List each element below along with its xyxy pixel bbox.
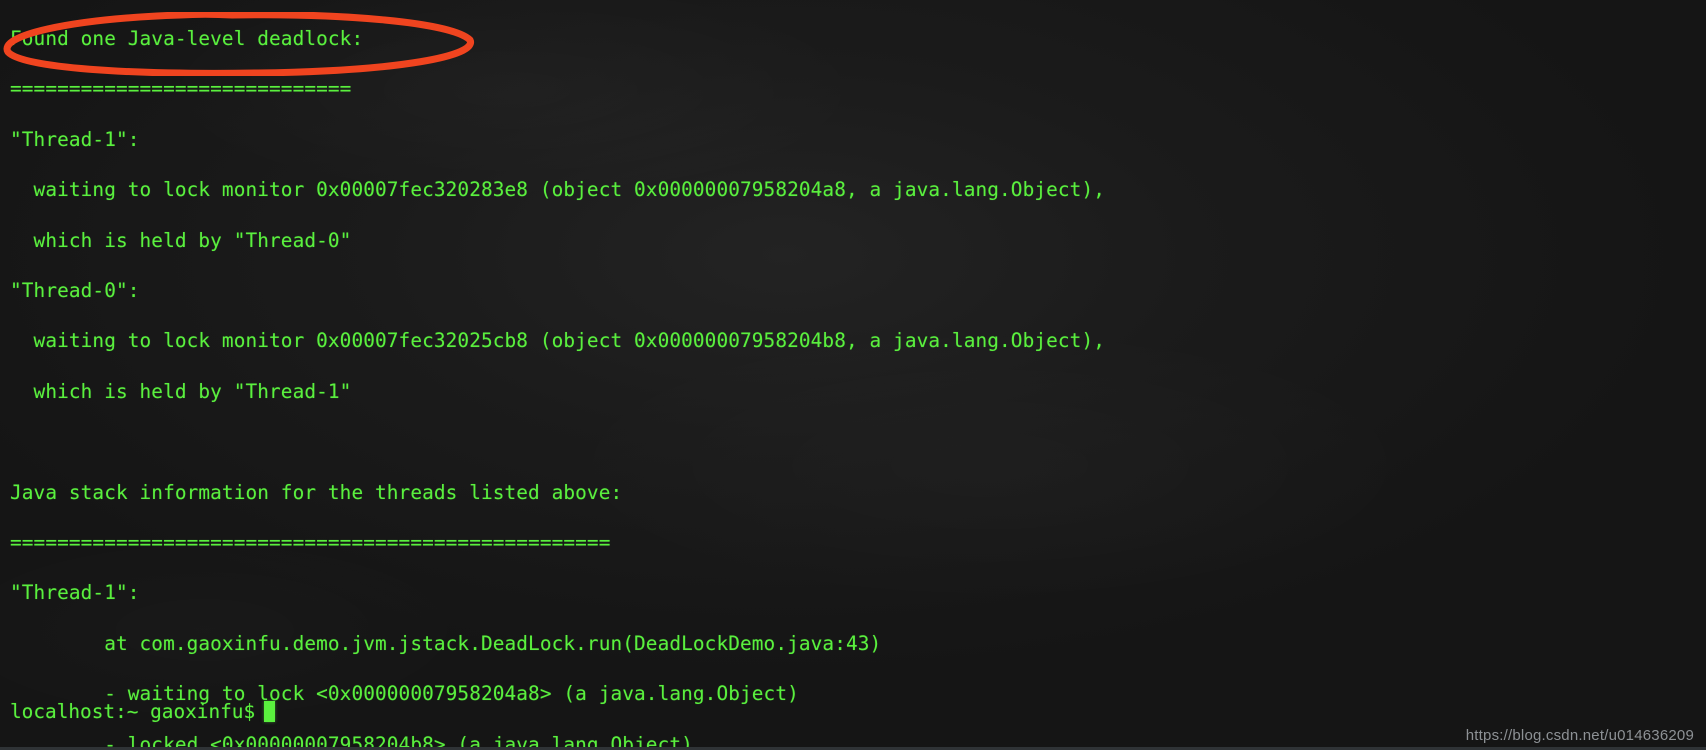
terminal-line: Found one Java-level deadlock:	[10, 27, 364, 50]
terminal-output: Found one Java-level deadlock: =========…	[0, 0, 1706, 750]
terminal-line: at com.gaoxinfu.demo.jvm.jstack.DeadLock…	[10, 631, 882, 655]
terminal-line: which is held by "Thread-1"	[10, 379, 352, 403]
terminal-line: Java stack information for the threads l…	[10, 480, 623, 504]
terminal-line: waiting to lock monitor 0x00007fec320283…	[10, 178, 1105, 202]
terminal-line: which is held by "Thread-0"	[10, 228, 352, 252]
shell-prompt-row[interactable]: localhost:~ gaoxinfu$	[10, 699, 276, 724]
terminal-line: "Thread-1":	[10, 127, 140, 151]
terminal-window[interactable]: Found one Java-level deadlock: =========…	[0, 0, 1706, 750]
shell-prompt-text: localhost:~ gaoxinfu$	[10, 699, 256, 723]
terminal-line: =============================	[10, 77, 352, 101]
terminal-line: "Thread-0":	[10, 279, 140, 303]
terminal-line: "Thread-1":	[10, 581, 140, 605]
terminal-line: waiting to lock monitor 0x00007fec32025c…	[10, 329, 1105, 353]
watermark-text: https://blog.csdn.net/u014636209	[1465, 727, 1694, 744]
text-cursor-icon	[264, 700, 276, 722]
terminal-line: ========================================…	[10, 531, 611, 555]
